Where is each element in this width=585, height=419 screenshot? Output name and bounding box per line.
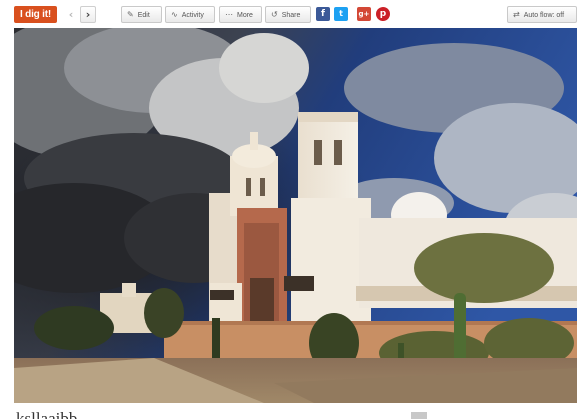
twitter-share-icon[interactable]: t — [334, 7, 348, 21]
photo-title: ksllaaibb — [16, 409, 78, 419]
auto-flow-label: Auto flow: off — [523, 12, 565, 19]
next-photo-button[interactable]: › — [80, 6, 96, 23]
googleplus-share-icon[interactable]: g+ — [357, 7, 371, 21]
photo-toolbar: I dig it! ‹ › ✎ Edit ∿ Activity ⋯ More ↺ Sha… — [0, 0, 585, 28]
auto-flow-toggle[interactable]: ⇄ Auto flow: off — [507, 6, 577, 23]
photo-caption: ksllaaibb — [0, 403, 585, 419]
i-dig-it-button[interactable]: I dig it! — [14, 6, 57, 23]
share-icon: ↺ — [271, 10, 278, 19]
edit-label: Edit — [137, 12, 150, 19]
pinterest-share-icon[interactable]: p — [376, 7, 390, 21]
chevron-right-icon: › — [85, 8, 91, 21]
caption-thumbnail[interactable] — [411, 412, 427, 419]
pulse-icon: ∿ — [171, 10, 178, 19]
activity-button[interactable]: ∿ Activity — [165, 6, 215, 23]
activity-label: Activity — [181, 12, 204, 19]
pencil-icon: ✎ — [127, 10, 134, 19]
previous-photo-button[interactable]: ‹ — [63, 6, 79, 23]
chevron-left-icon: ‹ — [68, 8, 74, 21]
more-button[interactable]: ⋯ More — [219, 6, 262, 23]
dots-icon: ⋯ — [225, 10, 233, 19]
facebook-share-icon[interactable]: f — [316, 7, 330, 21]
more-label: More — [237, 12, 253, 19]
share-label: Share — [281, 12, 301, 19]
share-button[interactable]: ↺ Share — [265, 6, 311, 23]
main-photo[interactable] — [14, 28, 577, 403]
shuffle-icon: ⇄ — [513, 10, 520, 19]
mission-church-photo — [14, 28, 577, 403]
edit-button[interactable]: ✎ Edit — [121, 6, 162, 23]
